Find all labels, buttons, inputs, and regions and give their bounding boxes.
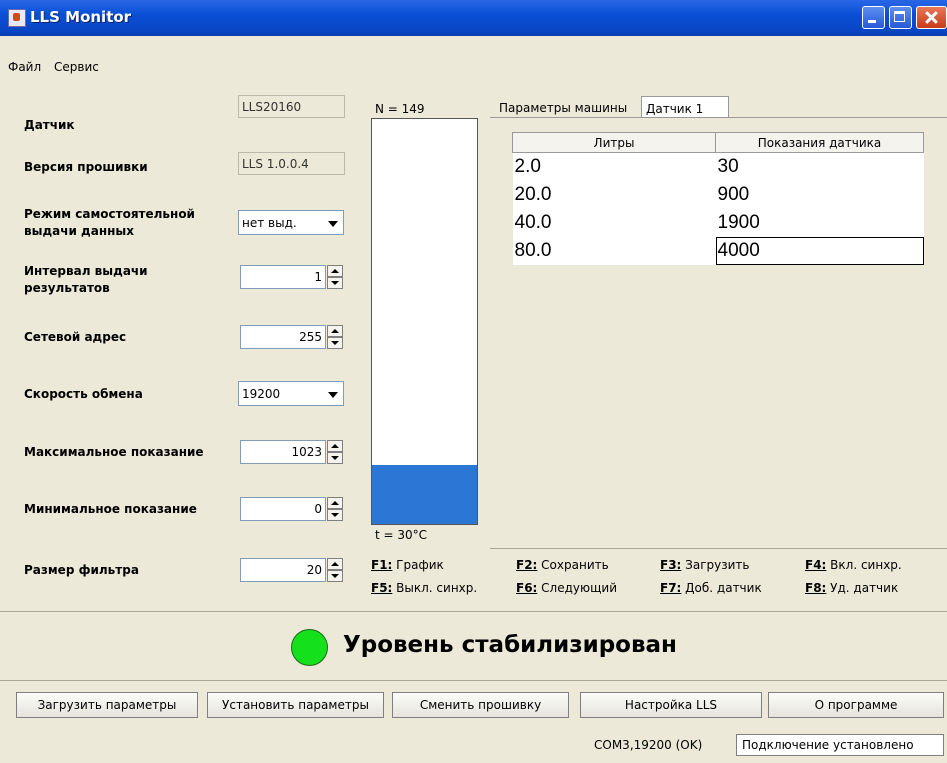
- menu-service[interactable]: Сервис: [54, 60, 99, 74]
- baud-rate-label: Скорость обмена: [24, 387, 143, 401]
- sensor-field: LLS20160: [238, 95, 345, 118]
- firmware-field: LLS 1.0.0.4: [238, 152, 345, 175]
- spinner-down-icon[interactable]: [327, 570, 343, 582]
- table-row[interactable]: 80.0 4000: [512, 236, 924, 265]
- minimize-button[interactable]: [862, 6, 885, 29]
- liters-cell[interactable]: 80.0: [512, 236, 716, 265]
- spinner-up-icon[interactable]: [327, 497, 343, 509]
- section-divider: [0, 680, 947, 681]
- spinner-down-icon[interactable]: [327, 337, 343, 349]
- menu-file[interactable]: Файл: [8, 60, 41, 74]
- status-message: Уровень стабилизирован: [343, 632, 677, 658]
- spinner-up-icon[interactable]: [327, 325, 343, 337]
- hotkey-f7: F7: Доб. датчик: [660, 581, 762, 595]
- spinner-down-icon[interactable]: [327, 452, 343, 464]
- set-params-button[interactable]: Установить параметры: [207, 692, 384, 718]
- hotkey-f6: F6: Следующий: [516, 581, 618, 595]
- network-address-spinner[interactable]: 255: [240, 325, 344, 349]
- lls-settings-button[interactable]: Настройка LLS: [580, 692, 762, 718]
- min-reading-label: Минимальное показание: [24, 502, 197, 516]
- min-reading-input[interactable]: 0: [240, 497, 326, 521]
- hotkey-f4: F4: Вкл. синхр.: [805, 558, 902, 572]
- load-params-button[interactable]: Загрузить параметры: [16, 692, 198, 718]
- table-row[interactable]: 20.0 900: [512, 180, 924, 209]
- close-button[interactable]: [916, 6, 947, 29]
- table-row[interactable]: 2.0 30: [512, 152, 924, 181]
- reading-count: N = 149: [375, 102, 425, 116]
- spinner-up-icon[interactable]: [327, 558, 343, 570]
- tab-vehicle-params[interactable]: Параметры машины: [495, 96, 638, 118]
- liters-cell[interactable]: 40.0: [512, 208, 716, 237]
- spinner-up-icon[interactable]: [327, 265, 343, 277]
- about-button[interactable]: О программе: [768, 692, 944, 718]
- title-bar[interactable]: LLS Monitor: [0, 0, 947, 36]
- port-status: COM3,19200 (OK): [594, 738, 703, 752]
- temperature-readout: t = 30°C: [375, 528, 428, 542]
- filter-size-spinner[interactable]: 20: [240, 558, 344, 582]
- table-row[interactable]: 40.0 1900: [512, 208, 924, 237]
- network-address-input[interactable]: 255: [240, 325, 326, 349]
- min-reading-spinner[interactable]: 0: [240, 497, 344, 521]
- output-mode-label: Режим самостоятельной выдачи данных: [24, 207, 195, 238]
- hotkey-f5: F5: Выкл. синхр.: [371, 581, 478, 595]
- reading-cell[interactable]: 900: [715, 180, 924, 209]
- max-reading-spinner[interactable]: 1023: [240, 440, 344, 464]
- hotkey-f1: F1: График: [371, 558, 444, 572]
- filter-size-input[interactable]: 20: [240, 558, 326, 582]
- window-title: LLS Monitor: [30, 8, 132, 26]
- reading-cell[interactable]: 30: [715, 152, 924, 181]
- filter-size-label: Размер фильтра: [24, 563, 139, 577]
- network-address-label: Сетевой адрес: [24, 330, 127, 344]
- column-header-liters[interactable]: Литры: [512, 132, 716, 153]
- spinner-down-icon[interactable]: [327, 277, 343, 289]
- baud-rate-select[interactable]: 19200: [238, 381, 344, 406]
- connection-status: Подключение установлено: [736, 734, 944, 756]
- hotkey-separator: [490, 548, 947, 549]
- output-interval-input[interactable]: 1: [240, 265, 326, 289]
- sensor-label: Датчик: [24, 118, 75, 132]
- max-reading-label: Максимальное показание: [24, 445, 204, 459]
- hotkey-f3: F3: Загрузить: [660, 558, 750, 572]
- section-divider: [0, 611, 947, 612]
- output-interval-spinner[interactable]: 1: [240, 265, 344, 289]
- menu-bar: Файл Сервис: [0, 56, 947, 80]
- status-indicator-icon: [291, 629, 328, 666]
- reading-cell[interactable]: 1900: [715, 208, 924, 237]
- level-gauge-fill: [372, 464, 477, 524]
- output-mode-value: нет выд.: [242, 216, 297, 230]
- hotkey-f8: F8: Уд. датчик: [805, 581, 899, 595]
- calibration-panel: Литры Показания датчика 2.0 30 20.0 900 …: [490, 117, 947, 548]
- java-app-icon: [8, 9, 26, 27]
- tab-sensor-1[interactable]: Датчик 1: [641, 96, 729, 118]
- baud-rate-value: 19200: [242, 387, 281, 401]
- reading-cell-selected[interactable]: 4000: [715, 236, 924, 265]
- max-reading-input[interactable]: 1023: [240, 440, 326, 464]
- output-interval-label: Интервал выдачи результатов: [24, 264, 148, 295]
- hotkey-f2: F2: Сохранить: [516, 558, 609, 572]
- spinner-down-icon[interactable]: [327, 509, 343, 521]
- liters-cell[interactable]: 20.0: [512, 180, 716, 209]
- output-mode-select[interactable]: нет выд.: [238, 210, 344, 235]
- column-header-sensor-reading[interactable]: Показания датчика: [715, 132, 924, 153]
- firmware-label: Версия прошивки: [24, 160, 148, 174]
- spinner-up-icon[interactable]: [327, 440, 343, 452]
- chevron-down-icon[interactable]: [328, 392, 338, 398]
- chevron-down-icon[interactable]: [328, 221, 338, 227]
- level-gauge: [371, 118, 478, 525]
- maximize-button[interactable]: [889, 6, 912, 29]
- update-firmware-button[interactable]: Сменить прошивку: [392, 692, 569, 718]
- liters-cell[interactable]: 2.0: [512, 152, 716, 181]
- calibration-table[interactable]: Литры Показания датчика 2.0 30 20.0 900 …: [512, 132, 924, 265]
